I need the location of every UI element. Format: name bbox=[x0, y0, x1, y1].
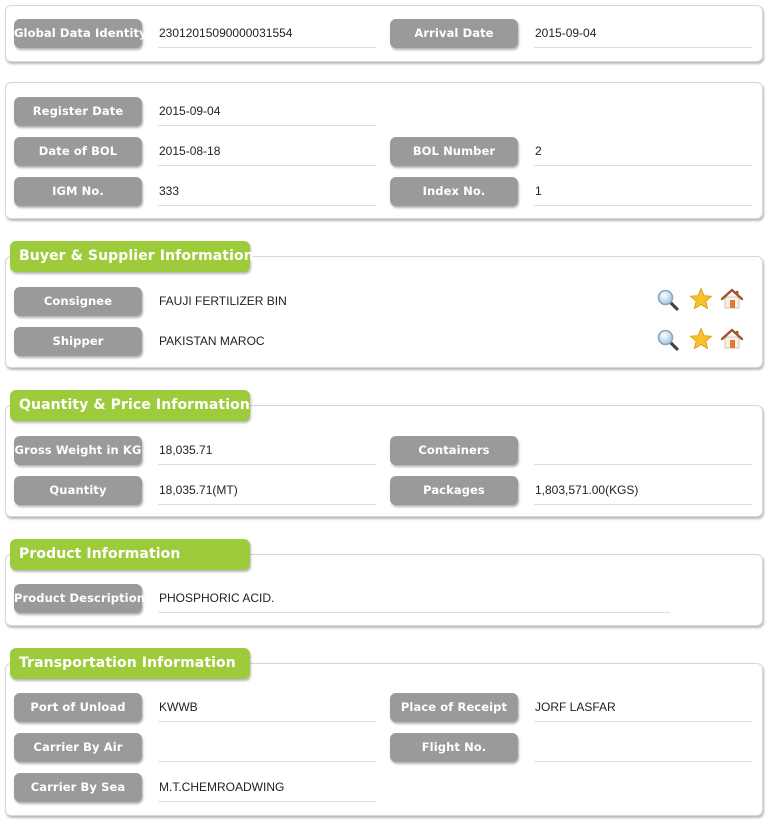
carrier-by-sea-label: Carrier By Sea bbox=[14, 773, 142, 802]
place-of-receipt-label: Place of Receipt bbox=[390, 693, 518, 722]
transportation-section-title: Transportation Information bbox=[10, 648, 250, 679]
index-no-value: 1 bbox=[534, 182, 752, 206]
quantity-label: Quantity bbox=[14, 476, 142, 505]
product-description-value: PHOSPHORIC ACID. bbox=[158, 589, 670, 613]
search-icon[interactable] bbox=[656, 288, 680, 312]
carrier-by-sea-value: M.T.CHEMROADWING bbox=[158, 778, 376, 802]
place-of-receipt-value: JORF LASFAR bbox=[534, 698, 752, 722]
consignee-value: FAUJI FERTILIZER BIN bbox=[159, 294, 287, 308]
bol-number-label: BOL Number bbox=[390, 137, 518, 166]
shipper-value: PAKISTAN MAROC bbox=[159, 334, 265, 348]
igm-no-value: 333 bbox=[158, 182, 376, 206]
buyer-supplier-card: Consignee FAUJI FERTILIZER BIN Shipper P… bbox=[5, 256, 763, 368]
date-of-bol-label: Date of BOL bbox=[14, 137, 142, 166]
shipper-label: Shipper bbox=[14, 327, 142, 356]
global-data-identity-value: 23012015090000031554 bbox=[158, 24, 376, 48]
bol-number-value: 2 bbox=[534, 142, 752, 166]
quantity-value: 18,035.71(MT) bbox=[158, 481, 376, 505]
register-date-value: 2015-09-04 bbox=[158, 102, 376, 126]
flight-no-label: Flight No. bbox=[390, 733, 518, 762]
consignee-label: Consignee bbox=[14, 287, 142, 316]
packages-label: Packages bbox=[390, 476, 518, 505]
gross-weight-value: 18,035.71 bbox=[158, 441, 376, 465]
index-no-label: Index No. bbox=[390, 177, 518, 206]
containers-value bbox=[534, 441, 752, 465]
star-icon[interactable] bbox=[689, 287, 713, 311]
global-data-identity-label: Global Data Identity bbox=[14, 19, 147, 48]
port-of-unload-label: Port of Unload bbox=[14, 693, 142, 722]
register-date-label: Register Date bbox=[14, 97, 142, 126]
arrival-date-value: 2015-09-04 bbox=[534, 24, 752, 48]
flight-no-value bbox=[534, 738, 752, 762]
port-of-unload-value: KWWB bbox=[158, 698, 376, 722]
home-icon[interactable] bbox=[720, 287, 744, 311]
packages-value: 1,803,571.00(KGS) bbox=[534, 481, 752, 505]
containers-label: Containers bbox=[390, 436, 518, 465]
product-section-title: Product Information bbox=[10, 539, 250, 570]
identity-card: Global Data Identity 2301201509000003155… bbox=[5, 5, 763, 62]
home-icon[interactable] bbox=[720, 327, 744, 351]
carrier-by-air-value bbox=[158, 738, 376, 762]
bol-card: Register Date 2015-09-04 Date of BOL 201… bbox=[5, 82, 763, 219]
date-of-bol-value: 2015-08-18 bbox=[158, 142, 376, 166]
buyer-supplier-section-title: Buyer & Supplier Information bbox=[10, 241, 254, 272]
transportation-card: Port of Unload KWWB Place of Receipt JOR… bbox=[5, 663, 763, 816]
arrival-date-label: Arrival Date bbox=[390, 19, 518, 48]
star-icon[interactable] bbox=[689, 327, 713, 351]
quantity-price-section-title: Quantity & Price Information bbox=[10, 390, 250, 421]
carrier-by-air-label: Carrier By Air bbox=[14, 733, 142, 762]
quantity-price-card: Gross Weight in KG 18,035.71 Containers … bbox=[5, 405, 763, 517]
igm-no-label: IGM No. bbox=[14, 177, 142, 206]
search-icon[interactable] bbox=[656, 328, 680, 352]
product-description-label: Product Description bbox=[14, 584, 145, 613]
gross-weight-label: Gross Weight in KG bbox=[14, 436, 142, 465]
